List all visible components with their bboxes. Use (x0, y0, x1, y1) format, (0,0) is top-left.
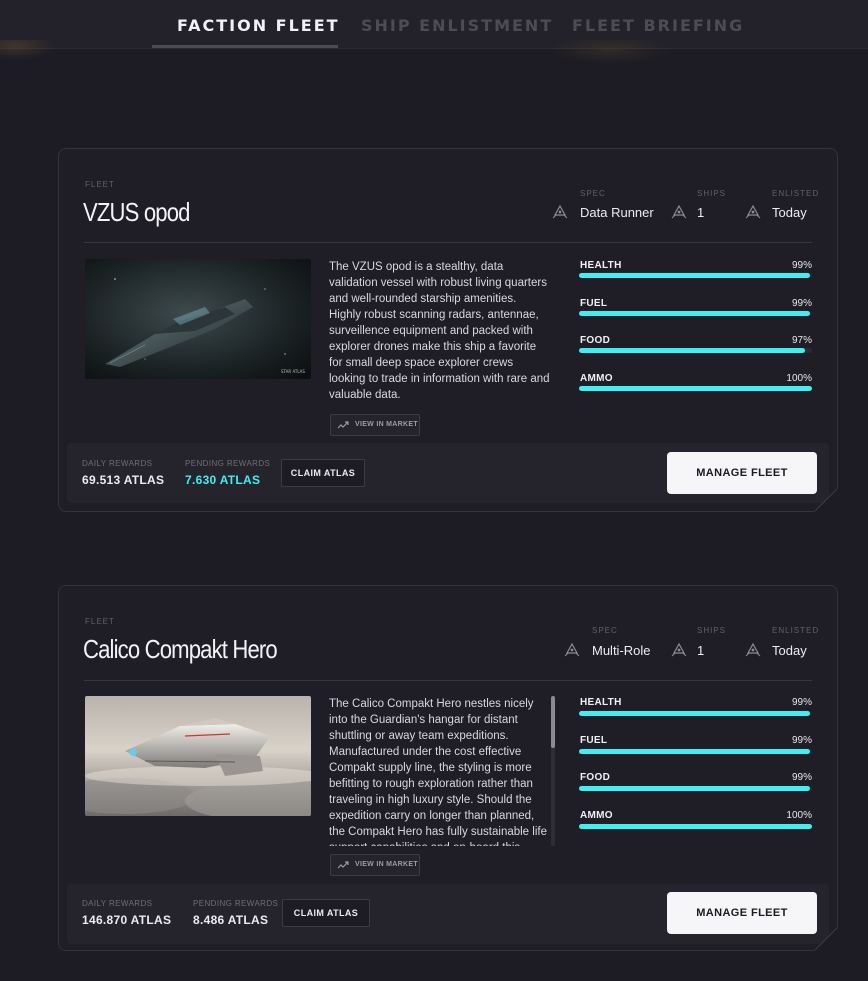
stat-fuel-value: 99% (791, 298, 812, 309)
stat-health-label: HEALTH (580, 260, 622, 271)
stat-ammo-value: 100% (786, 810, 812, 821)
fleet-label: FLEET (85, 180, 115, 189)
manage-fleet-button[interactable]: MANAGE FLEET (667, 892, 817, 934)
ships-value: 1 (697, 205, 705, 220)
spec-icon (564, 642, 580, 657)
view-in-market-label: VIEW IN MARKET (355, 861, 418, 868)
tab-fleet-briefing[interactable]: FLEET BRIEFING (572, 16, 744, 35)
fleet-name: Calico Compakt Hero (83, 634, 278, 664)
trend-chart-icon (337, 421, 349, 429)
pending-rewards-value: 8.486 ATLAS (193, 913, 269, 927)
fleet-name: VZUS opod (83, 197, 190, 227)
tab-faction-fleet[interactable]: FACTION FLEET (177, 16, 340, 35)
enlisted-label: ENLISTED (772, 189, 820, 198)
claim-atlas-button[interactable]: CLAIM ATLAS (281, 459, 365, 487)
ships-icon (671, 204, 687, 219)
stat-ammo-fill (579, 824, 812, 829)
fleet-card-vzus-opod: FLEET VZUS opod SPEC Data Runner SHIPS 1… (58, 148, 838, 512)
stat-fuel-bar (579, 749, 812, 754)
enlisted-value: Today (772, 643, 807, 658)
stat-food-fill (579, 348, 805, 353)
stat-fuel-label: FUEL (580, 735, 608, 746)
tab-bar: FACTION FLEET SHIP ENLISTMENT FLEET BRIE… (152, 0, 742, 48)
enlisted-value: Today (772, 205, 807, 220)
stat-food-label: FOOD (580, 772, 611, 783)
ship-description: The VZUS opod is a stealthy, data valida… (329, 261, 550, 401)
daily-rewards-label: DAILY REWARDS (82, 899, 153, 908)
ship-image: STAR ATLAS (85, 259, 311, 379)
stat-ammo-bar (579, 824, 812, 829)
stat-fuel-fill (579, 311, 810, 316)
spec-value: Data Runner (580, 205, 654, 220)
rewards-footer: DAILY REWARDS 69.513 ATLAS PENDING REWAR… (67, 443, 829, 503)
view-in-market-button[interactable]: VIEW IN MARKET (330, 854, 420, 876)
daily-rewards-value: 146.870 ATLAS (82, 913, 172, 927)
ship-description: The Calico Compakt Hero nestles nicely i… (329, 698, 547, 846)
stat-food-bar (579, 348, 812, 353)
spec-label: SPEC (580, 189, 606, 198)
ship-image (85, 696, 311, 816)
stat-food-fill (579, 786, 810, 791)
stat-fuel-value: 99% (791, 735, 812, 746)
daily-rewards-value: 69.513 ATLAS (82, 473, 165, 487)
stat-fuel-bar (579, 311, 812, 316)
stat-health-fill (579, 711, 810, 716)
pending-rewards-value: 7.630 ATLAS (185, 473, 261, 487)
stat-health-label: HEALTH (580, 697, 622, 708)
stat-food-value: 97% (791, 335, 812, 346)
header-divider (84, 680, 812, 681)
header-divider (84, 242, 812, 243)
trend-chart-icon (337, 861, 349, 869)
ships-label: SHIPS (697, 189, 727, 198)
claim-atlas-button[interactable]: CLAIM ATLAS (282, 899, 370, 927)
enlisted-icon (745, 204, 761, 219)
view-in-market-label: VIEW IN MARKET (355, 421, 418, 428)
ships-label: SHIPS (697, 626, 727, 635)
card-corner-accent (814, 488, 838, 512)
image-caption: STAR ATLAS (281, 369, 305, 374)
spec-icon (552, 204, 568, 219)
tab-ship-enlistment[interactable]: SHIP ENLISTMENT (361, 16, 553, 35)
stat-fuel-fill (579, 749, 810, 754)
active-tab-indicator (152, 45, 338, 48)
stat-health-value: 99% (791, 260, 812, 271)
stat-ammo-value: 100% (786, 373, 812, 384)
spec-value: Multi-Role (592, 643, 651, 658)
spec-label: SPEC (592, 626, 618, 635)
stat-health-bar (579, 711, 812, 716)
stat-ammo-bar (579, 386, 812, 391)
manage-fleet-button[interactable]: MANAGE FLEET (667, 452, 817, 494)
card-corner-accent (814, 927, 838, 951)
stat-fuel-label: FUEL (580, 298, 608, 309)
description-scroll-thumb[interactable] (551, 696, 555, 748)
enlisted-label: ENLISTED (772, 626, 820, 635)
daily-rewards-label: DAILY REWARDS (82, 459, 153, 468)
view-in-market-button[interactable]: VIEW IN MARKET (330, 414, 420, 436)
stat-ammo-label: AMMO (580, 373, 613, 384)
stat-health-bar (579, 273, 812, 278)
ships-value: 1 (697, 643, 705, 658)
rewards-footer: DAILY REWARDS 146.870 ATLAS PENDING REWA… (67, 884, 829, 944)
stat-food-value: 99% (791, 772, 812, 783)
stat-ammo-label: AMMO (580, 810, 613, 821)
fleet-card-calico-compakt-hero: FLEET Calico Compakt Hero SPEC Multi-Rol… (58, 585, 838, 951)
ships-icon (671, 642, 687, 657)
fleet-label: FLEET (85, 617, 115, 626)
stat-food-label: FOOD (580, 335, 611, 346)
stat-health-value: 99% (791, 697, 812, 708)
stat-health-fill (579, 273, 810, 278)
pending-rewards-label: PENDING REWARDS (185, 459, 271, 468)
stat-food-bar (579, 786, 812, 791)
top-nav-bar: FACTION FLEET SHIP ENLISTMENT FLEET BRIE… (0, 0, 868, 70)
description-scrollbar[interactable] (551, 696, 555, 846)
enlisted-icon (745, 642, 761, 657)
pending-rewards-label: PENDING REWARDS (193, 899, 279, 908)
stat-ammo-fill (579, 386, 812, 391)
